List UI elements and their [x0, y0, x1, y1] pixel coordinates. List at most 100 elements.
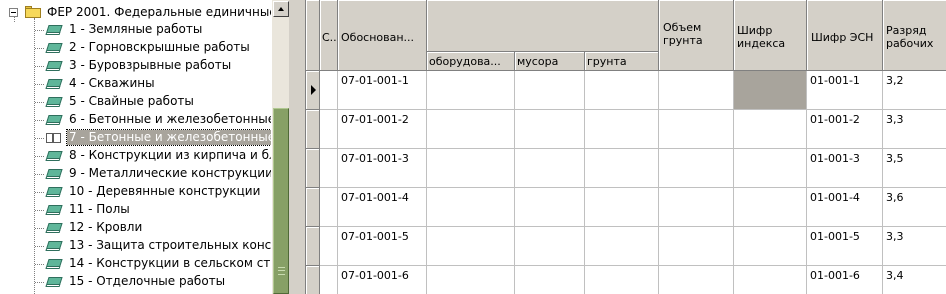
- cell-worker-grade[interactable]: 3,3: [883, 110, 946, 149]
- tree-item[interactable]: 4 - Скважины: [45, 75, 275, 93]
- tree-item[interactable]: 11 - Полы: [45, 201, 275, 219]
- tree-item[interactable]: 10 - Деревянные конструкции: [45, 183, 275, 201]
- cell-debris[interactable]: [515, 227, 585, 266]
- cell-worker-grade[interactable]: 3,6: [883, 188, 946, 227]
- tree-root[interactable]: ФЕР 2001. Федеральные единичные расценки: [0, 3, 289, 21]
- cell-equipment[interactable]: [427, 266, 515, 294]
- cell-soil[interactable]: [585, 266, 659, 294]
- header-debris[interactable]: мусора: [515, 52, 585, 71]
- cell-esn-code[interactable]: 01-001-4: [807, 188, 883, 227]
- cell-esn-code[interactable]: 01-001-5: [807, 227, 883, 266]
- row-indicator[interactable]: [306, 110, 320, 149]
- row-indicator[interactable]: [306, 227, 320, 266]
- book-icon: [45, 258, 63, 270]
- cell-debris[interactable]: [515, 266, 585, 294]
- scroll-up-arrow-icon[interactable]: [273, 1, 289, 17]
- cell-equipment[interactable]: [427, 149, 515, 188]
- tree-item[interactable]: 7 - Бетонные и железобетонные конструкци…: [45, 129, 289, 147]
- tree-item-label: 14 - Конструкции в сельском строительств…: [69, 256, 289, 270]
- cell-index-code[interactable]: [734, 266, 807, 294]
- tree-item[interactable]: 14 - Конструкции в сельском строительств…: [45, 255, 289, 273]
- tree-root-label: ФЕР 2001. Федеральные единичные расценки: [47, 5, 289, 19]
- tree-item[interactable]: 9 - Металлические конструкции: [45, 165, 275, 183]
- tree-item[interactable]: 8 - Конструкции из кирпича и блоков: [45, 147, 289, 165]
- cell-debris[interactable]: [515, 110, 585, 149]
- tree-item-label: 4 - Скважины: [69, 76, 155, 90]
- vertical-scrollbar[interactable]: [271, 0, 289, 294]
- tree-item[interactable]: 5 - Свайные работы: [45, 93, 275, 111]
- header-c[interactable]: С...: [320, 0, 338, 71]
- header-indicator: [306, 0, 320, 71]
- header-esn-code[interactable]: Шифр ЭСН: [807, 0, 883, 71]
- cell-soil-volume[interactable]: [659, 110, 734, 149]
- cell-worker-grade[interactable]: 3,3: [883, 227, 946, 266]
- cell-index-code[interactable]: [734, 71, 807, 110]
- tree-item[interactable]: 15 - Отделочные работы: [45, 273, 275, 291]
- cell-equipment[interactable]: [427, 71, 515, 110]
- cell-equipment[interactable]: [427, 110, 515, 149]
- cell-equipment[interactable]: [427, 188, 515, 227]
- cell-basis[interactable]: 07-01-001-2: [338, 110, 427, 149]
- book-icon: [45, 150, 63, 162]
- row-indicator[interactable]: [306, 149, 320, 188]
- cell-c[interactable]: [320, 266, 338, 294]
- tree-item[interactable]: 6 - Бетонные и железобетонные конструкци…: [45, 111, 289, 129]
- cell-soil-volume[interactable]: [659, 149, 734, 188]
- cell-basis[interactable]: 07-01-001-1: [338, 71, 427, 110]
- cell-worker-grade[interactable]: 3,4: [883, 266, 946, 294]
- collapse-icon[interactable]: [9, 8, 18, 17]
- cell-worker-grade[interactable]: 3,5: [883, 149, 946, 188]
- cell-soil[interactable]: [585, 110, 659, 149]
- scrollbar-thumb[interactable]: [273, 108, 289, 294]
- cell-basis[interactable]: 07-01-001-5: [338, 227, 427, 266]
- tree-connector: [35, 156, 44, 157]
- tree-item[interactable]: 2 - Горновскрышные работы: [45, 39, 275, 57]
- cell-basis[interactable]: 07-01-001-4: [338, 188, 427, 227]
- header-soil-volume[interactable]: Объем грунта: [659, 0, 734, 71]
- cell-c[interactable]: [320, 227, 338, 266]
- cell-basis[interactable]: 07-01-001-3: [338, 149, 427, 188]
- row-indicator[interactable]: [306, 266, 320, 294]
- tree-item[interactable]: 13 - Защита строительных конструкций: [45, 237, 289, 255]
- cell-equipment[interactable]: [427, 227, 515, 266]
- header-index-code[interactable]: Шифр индекса: [734, 0, 807, 71]
- tree-item[interactable]: 1 - Земляные работы: [45, 21, 275, 39]
- cell-c[interactable]: [320, 149, 338, 188]
- cell-soil[interactable]: [585, 71, 659, 110]
- cell-soil-volume[interactable]: [659, 188, 734, 227]
- cell-index-code[interactable]: [734, 188, 807, 227]
- cell-soil[interactable]: [585, 149, 659, 188]
- cell-index-code[interactable]: [734, 227, 807, 266]
- header-soil[interactable]: грунта: [585, 52, 659, 71]
- cell-soil-volume[interactable]: [659, 71, 734, 110]
- cell-debris[interactable]: [515, 188, 585, 227]
- cell-index-code[interactable]: [734, 110, 807, 149]
- header-equipment[interactable]: оборудова...: [427, 52, 515, 71]
- cell-soil[interactable]: [585, 188, 659, 227]
- cell-soil-volume[interactable]: [659, 266, 734, 294]
- header-worker-grade[interactable]: Разряд рабочих: [883, 0, 946, 71]
- cell-soil-volume[interactable]: [659, 227, 734, 266]
- tree-panel[interactable]: ФЕР 2001. Федеральные единичные расценки…: [0, 0, 289, 294]
- cell-esn-code[interactable]: 01-001-6: [807, 266, 883, 294]
- cell-soil[interactable]: [585, 227, 659, 266]
- row-indicator[interactable]: [306, 71, 320, 110]
- cell-c[interactable]: [320, 71, 338, 110]
- row-indicator[interactable]: [306, 188, 320, 227]
- tree-item[interactable]: 3 - Буровзрывные работы: [45, 57, 275, 75]
- cell-debris[interactable]: [515, 71, 585, 110]
- cell-index-code[interactable]: [734, 149, 807, 188]
- rates-grid[interactable]: С... Обоснован... оборудова... мусора гр…: [305, 0, 946, 294]
- header-basis[interactable]: Обоснован...: [338, 0, 427, 71]
- cell-c[interactable]: [320, 110, 338, 149]
- cell-debris[interactable]: [515, 149, 585, 188]
- cell-worker-grade[interactable]: 3,2: [883, 71, 946, 110]
- cell-esn-code[interactable]: 01-001-2: [807, 110, 883, 149]
- cell-esn-code[interactable]: 01-001-3: [807, 149, 883, 188]
- tree-item[interactable]: 12 - Кровли: [45, 219, 275, 237]
- panel-splitter[interactable]: [289, 0, 305, 294]
- cell-c[interactable]: [320, 188, 338, 227]
- cell-esn-code[interactable]: 01-001-1: [807, 71, 883, 110]
- header-worker-grade-label: Разряд рабочих: [886, 24, 934, 50]
- cell-basis[interactable]: 07-01-001-6: [338, 266, 427, 294]
